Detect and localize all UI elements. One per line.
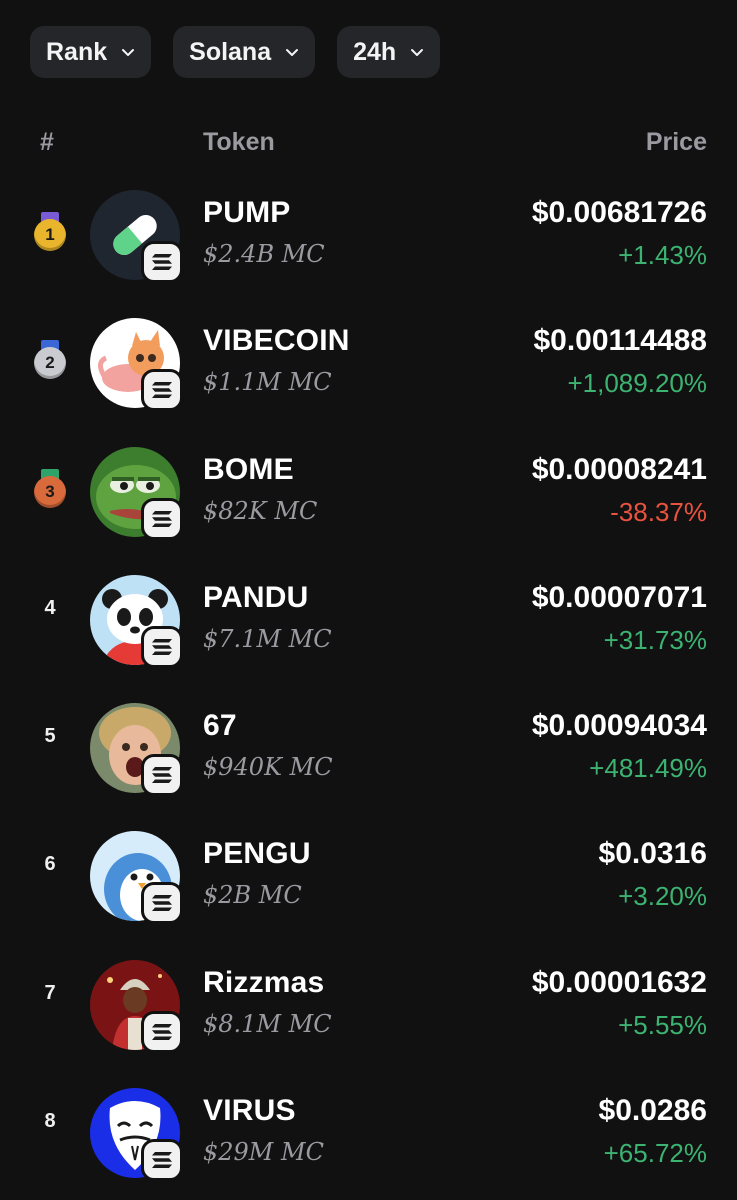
chevron-down-icon xyxy=(285,45,299,59)
solana-icon xyxy=(141,497,183,540)
rank-column-header: # xyxy=(40,128,54,156)
token-row[interactable]: 4 PANDU $7.1M MC $0.00007071 +31.73% xyxy=(0,563,737,691)
token-price: $0.00007071 xyxy=(531,580,707,614)
market-cap: $29M MC xyxy=(203,1138,324,1167)
rank-filter-dropdown[interactable]: Rank xyxy=(30,26,152,78)
token-name: BOME xyxy=(203,452,294,486)
token-row[interactable]: 5 67 $940K MC $0.00094034 +481.49% xyxy=(0,691,737,819)
chain-filter-label: Solana xyxy=(189,37,272,66)
rank-number: 8 xyxy=(44,1110,56,1133)
solana-icon xyxy=(141,754,183,797)
price-change: +1,089.20% xyxy=(567,368,707,399)
rank-number: 5 xyxy=(44,725,56,748)
rank-number: 4 xyxy=(44,596,56,619)
rank-number: 2 xyxy=(34,347,66,380)
bronze-medal-icon: 3 xyxy=(32,468,68,513)
price-change: +5.55% xyxy=(618,1009,707,1040)
gold-medal-icon: 1 xyxy=(32,212,68,256)
token-price: $0.00094034 xyxy=(531,709,707,743)
token-price: $0.0316 xyxy=(598,837,707,871)
token-row[interactable]: 6 PENGU $2B MC $0.0316 +3.20% xyxy=(0,819,737,947)
token-name: VIBECOIN xyxy=(203,324,350,358)
solana-icon xyxy=(141,882,183,925)
price-change: +481.49% xyxy=(589,753,707,784)
token-name: VIRUS xyxy=(203,1094,296,1128)
market-cap: $2.4B MC xyxy=(203,240,325,268)
token-name: 67 xyxy=(203,709,237,743)
market-cap: $82K MC xyxy=(203,496,318,525)
rank-number: 7 xyxy=(44,981,56,1004)
token-list: 1 PUMP $2.4B MC $0.00681726 +1.43% 2 VIB… xyxy=(0,178,737,1200)
market-cap: $1.1M MC xyxy=(203,368,332,397)
solana-icon xyxy=(141,369,183,412)
chain-filter-dropdown[interactable]: Solana xyxy=(173,26,316,78)
token-name: PANDU xyxy=(203,580,309,614)
price-change: -38.37% xyxy=(610,496,707,527)
silver-medal-icon: 2 xyxy=(32,340,68,384)
rank-number: 1 xyxy=(34,219,66,251)
token-name: PENGU xyxy=(203,837,311,871)
price-change: +65.72% xyxy=(603,1138,707,1169)
token-price: $0.00008241 xyxy=(531,452,707,486)
solana-icon xyxy=(141,625,183,668)
price-change: +31.73% xyxy=(603,624,707,655)
market-cap: $2B MC xyxy=(203,881,302,910)
price-change: +3.20% xyxy=(618,881,707,912)
price-change: +1.43% xyxy=(618,240,707,270)
token-row[interactable]: 8 VIRUS $29M MC $0.0286 +65.72% xyxy=(0,1076,737,1200)
token-price: $0.0286 xyxy=(598,1094,707,1128)
rank-number: 6 xyxy=(44,853,56,876)
market-cap: $8.1M MC xyxy=(203,1009,332,1038)
timeframe-filter-dropdown[interactable]: 24h xyxy=(337,26,441,78)
token-row[interactable]: 2 VIBECOIN $1.1M MC $0.00114488 +1,089.2… xyxy=(0,306,737,434)
token-row[interactable]: 1 PUMP $2.4B MC $0.00681726 +1.43% xyxy=(0,178,737,306)
rank-number: 3 xyxy=(34,475,66,508)
token-name: Rizzmas xyxy=(203,965,325,999)
chevron-down-icon xyxy=(121,45,135,59)
rank-filter-label: Rank xyxy=(46,37,108,66)
price-column-header[interactable]: Price xyxy=(646,128,707,157)
solana-icon xyxy=(141,1010,183,1053)
token-price: $0.00681726 xyxy=(531,196,707,229)
token-column-header[interactable]: Token xyxy=(203,128,275,157)
token-row[interactable]: 7 Rizzmas $8.1M MC $0.00001632 +5.55% xyxy=(0,948,737,1076)
market-cap: $940K MC xyxy=(203,753,333,782)
token-price: $0.00001632 xyxy=(531,965,707,999)
table-header: # Token Price xyxy=(0,126,737,162)
token-name: PUMP xyxy=(203,196,291,229)
chevron-down-icon xyxy=(410,45,424,59)
filter-bar: Rank Solana 24h xyxy=(30,26,441,78)
timeframe-filter-label: 24h xyxy=(353,37,397,66)
token-row[interactable]: 3 BOME $82K MC $0.00008241 -38.37% xyxy=(0,435,737,563)
market-cap: $7.1M MC xyxy=(203,624,332,653)
solana-icon xyxy=(141,1139,183,1182)
token-price: $0.00114488 xyxy=(533,324,707,358)
solana-icon xyxy=(141,241,183,283)
